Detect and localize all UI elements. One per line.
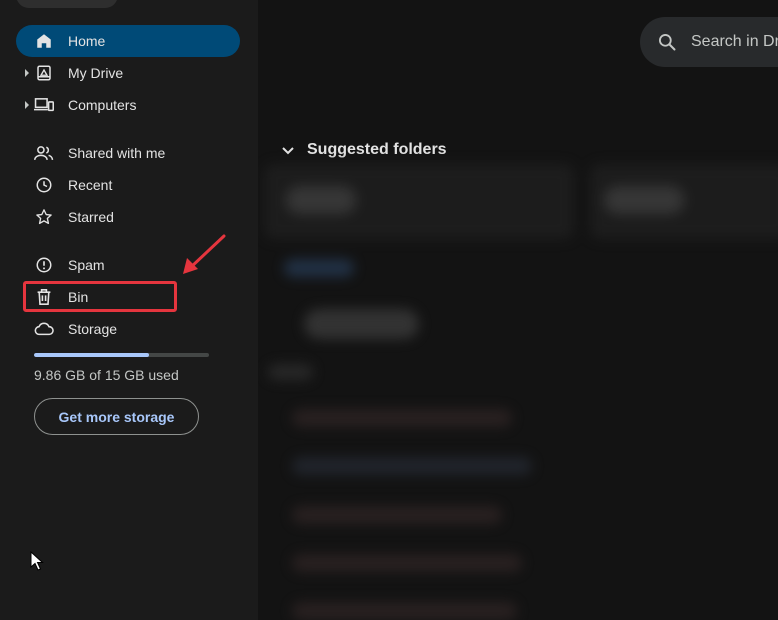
search-icon <box>659 34 676 51</box>
suggested-folders-header[interactable]: Suggested folders <box>280 141 447 159</box>
blurred-content <box>264 164 778 620</box>
mouse-cursor-icon <box>30 551 44 571</box>
sidebar-item-starred[interactable]: Starred <box>16 201 240 233</box>
get-more-storage-button[interactable]: Get more storage <box>34 398 199 435</box>
expand-caret-icon[interactable] <box>24 69 30 77</box>
storage-usage-bar <box>34 353 209 357</box>
search-bar[interactable]: Search in Dri <box>640 17 778 67</box>
main-content: Search in Dri Suggested folders <box>258 0 778 620</box>
computers-icon <box>34 95 54 115</box>
sidebar-item-computers[interactable]: Computers <box>16 89 240 121</box>
star-icon <box>34 207 54 227</box>
sidebar-item-spam[interactable]: Spam <box>16 249 240 281</box>
recent-clock-icon <box>34 175 54 195</box>
sidebar-item-my-drive[interactable]: My Drive <box>16 57 240 89</box>
sidebar-item-bin[interactable]: Bin <box>16 281 240 313</box>
search-input[interactable]: Search in Dri <box>691 33 778 51</box>
storage-usage-text: 9.86 GB of 15 GB used <box>34 367 179 383</box>
spam-icon <box>34 255 54 275</box>
sidebar-item-label: Storage <box>68 321 118 337</box>
sidebar-item-label: Spam <box>68 257 105 273</box>
sidebar-item-label: Computers <box>68 97 137 113</box>
sidebar-item-recent[interactable]: Recent <box>16 169 240 201</box>
cloud-icon <box>34 319 54 339</box>
chevron-down-icon[interactable] <box>280 142 296 158</box>
home-icon <box>34 31 54 51</box>
trash-icon <box>34 287 54 307</box>
sidebar-item-label: Bin <box>68 289 89 305</box>
sidebar-item-label: My Drive <box>68 65 124 81</box>
sidebar: Home My Drive Computers Shared with me R… <box>0 0 258 620</box>
sidebar-item-label: Shared with me <box>68 145 166 161</box>
sidebar-item-storage[interactable]: Storage <box>16 313 240 345</box>
sidebar-item-label: Recent <box>68 177 113 193</box>
my-drive-icon <box>34 63 54 83</box>
shared-with-me-icon <box>34 143 54 163</box>
section-title: Suggested folders <box>307 141 447 158</box>
sidebar-item-label: Starred <box>68 209 114 225</box>
new-button[interactable] <box>16 0 118 8</box>
expand-caret-icon[interactable] <box>24 101 30 109</box>
sidebar-item-home[interactable]: Home <box>16 25 240 57</box>
sidebar-item-shared-with-me[interactable]: Shared with me <box>16 137 240 169</box>
storage-usage-fill <box>34 353 149 357</box>
sidebar-item-label: Home <box>68 33 106 49</box>
